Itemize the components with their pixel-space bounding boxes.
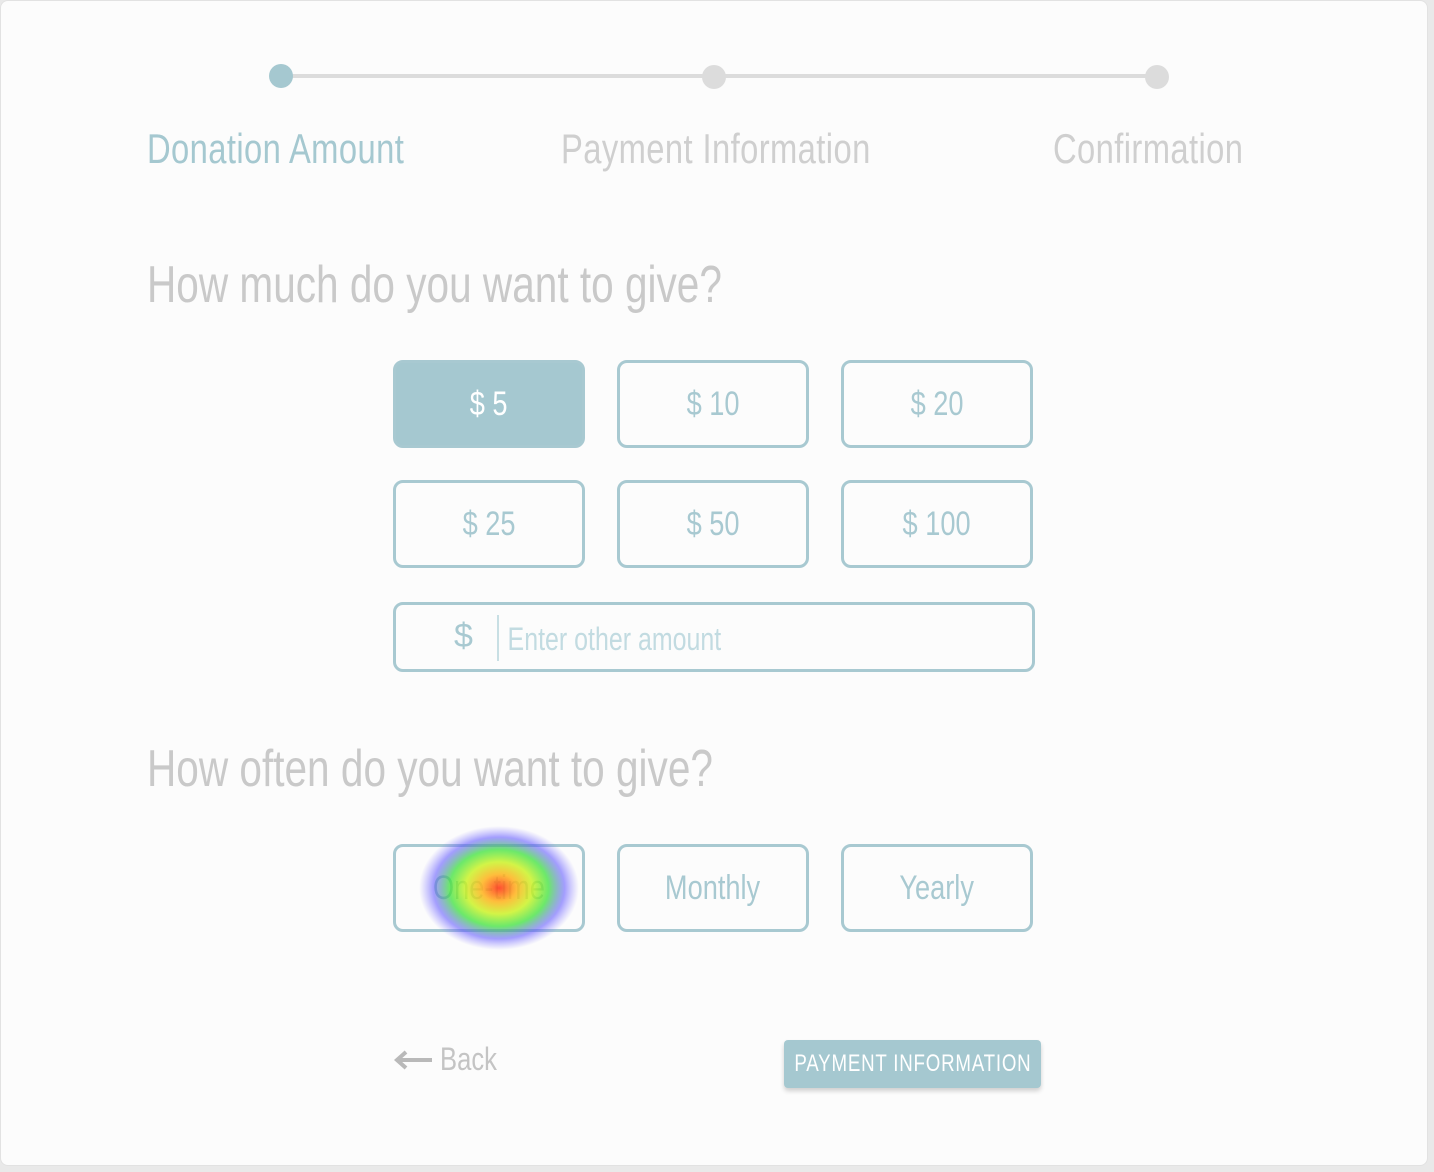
payment-information-button-label: PAYMENT INFORMATION <box>793 1050 1032 1077</box>
other-amount-field[interactable]: $ <box>393 602 1035 672</box>
back-label: Back <box>440 1041 497 1077</box>
amount-option-label: $ 20 <box>910 384 964 423</box>
frequency-option-label: Yearly <box>899 868 975 907</box>
frequency-option-yearly[interactable]: Yearly <box>841 844 1033 932</box>
amount-option-5[interactable]: $ 5 <box>393 360 585 448</box>
amount-option-20[interactable]: $ 20 <box>841 360 1033 448</box>
input-divider <box>497 615 499 661</box>
donation-form-card: Donation Amount Payment Information Conf… <box>0 0 1428 1166</box>
step-dot-donation-amount[interactable] <box>269 64 293 88</box>
amount-option-50[interactable]: $ 50 <box>617 480 809 568</box>
step-dot-confirmation[interactable] <box>1145 65 1169 89</box>
back-button[interactable]: Back <box>394 1041 511 1078</box>
payment-information-button[interactable]: PAYMENT INFORMATION <box>784 1040 1041 1088</box>
frequency-option-monthly[interactable]: Monthly <box>617 844 809 932</box>
amount-option-label: $ 100 <box>902 504 972 543</box>
amount-option-label: $ 5 <box>470 384 508 423</box>
amount-option-100[interactable]: $ 100 <box>841 480 1033 568</box>
step-dot-payment-information[interactable] <box>702 65 726 89</box>
arrow-left-icon <box>394 1050 432 1069</box>
amount-option-10[interactable]: $ 10 <box>617 360 809 448</box>
amount-option-label: $ 50 <box>686 504 740 543</box>
frequency-option-label: One-time <box>433 868 545 907</box>
amount-option-label: $ 10 <box>686 384 740 423</box>
step-label-donation-amount[interactable]: Donation Amount <box>147 125 404 173</box>
other-amount-input[interactable] <box>506 613 900 665</box>
frequency-question-heading: How often do you want to give? <box>147 740 713 798</box>
currency-symbol: $ <box>454 617 473 655</box>
amount-question-heading: How much do you want to give? <box>147 256 722 314</box>
step-label-payment-information[interactable]: Payment Information <box>561 125 871 173</box>
frequency-option-label: Monthly <box>665 868 761 907</box>
amount-option-label: $ 25 <box>462 504 516 543</box>
step-label-confirmation[interactable]: Confirmation <box>1053 125 1243 173</box>
amount-option-25[interactable]: $ 25 <box>393 480 585 568</box>
frequency-option-one-time[interactable]: One-time <box>393 844 585 932</box>
